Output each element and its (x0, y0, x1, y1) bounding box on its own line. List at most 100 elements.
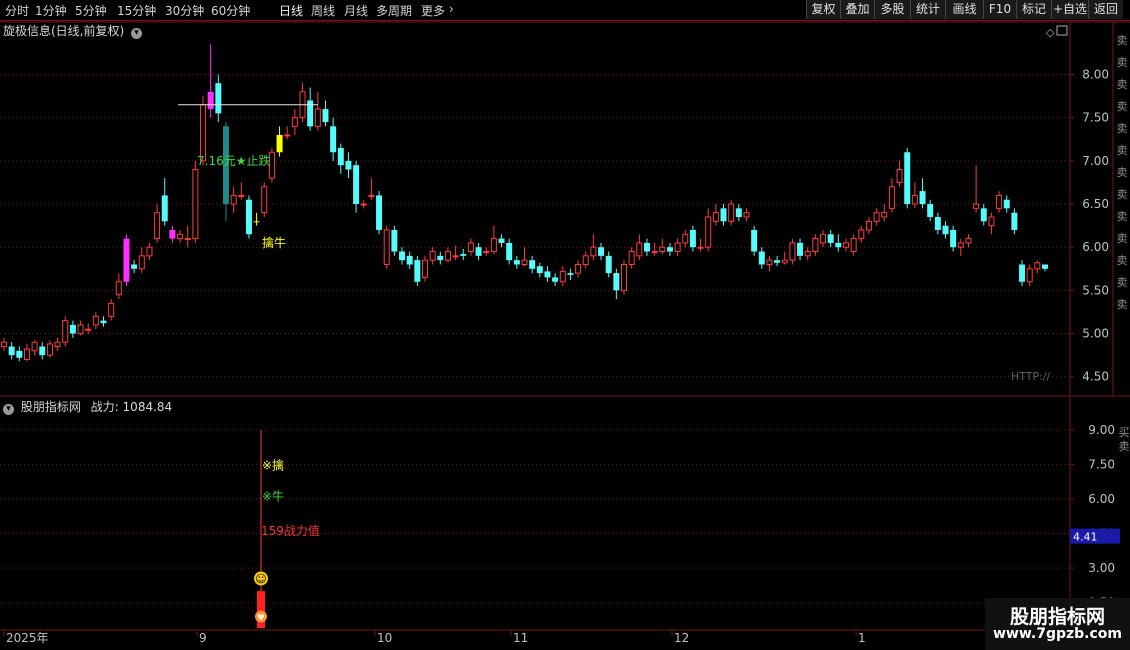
period-tab-8[interactable]: 月线 (344, 2, 368, 19)
toolbar-action-1[interactable]: 叠加 (840, 0, 874, 19)
candle-body (1026, 268, 1033, 283)
candle-body (39, 346, 46, 356)
candle-body (77, 324, 84, 335)
candle-body (804, 251, 811, 257)
period-tab-9[interactable]: 多周期 (376, 2, 412, 19)
logo-line-1: 股朋指标网 (1009, 606, 1105, 628)
candle-body (942, 225, 949, 235)
candle-body (62, 320, 69, 343)
candle-body (360, 203, 367, 206)
candle-body (452, 255, 459, 258)
x-axis-label: 2025年 (6, 631, 49, 645)
candle-body (559, 270, 566, 283)
candle-body (567, 273, 574, 275)
candle-body (621, 263, 628, 291)
candle-body (636, 242, 643, 257)
candle-body (1042, 264, 1048, 269)
metric-value: 1084.84 (122, 400, 173, 414)
candle-body (421, 259, 428, 278)
candle-body (651, 251, 658, 254)
period-tab-2[interactable]: 5分钟 (75, 2, 107, 19)
candle-body (207, 91, 214, 110)
candle-body (544, 271, 551, 278)
candle-body (965, 238, 972, 244)
candle-body (529, 260, 536, 269)
price-tick-label: 7.00 (1082, 154, 1109, 168)
toolbar-action-4[interactable]: 画线 (945, 0, 983, 19)
toolbar-action-6[interactable]: 标记 (1016, 0, 1051, 19)
candle-body (31, 341, 38, 352)
candle-body (705, 216, 712, 248)
price-tick-label: 6.00 (1082, 240, 1109, 254)
candle-body (192, 169, 199, 240)
period-tab-0[interactable]: 分时 (5, 2, 29, 19)
toolbar-action-2[interactable]: 多股 (874, 0, 910, 19)
period-tab-7[interactable]: 周线 (311, 2, 335, 19)
kline-chart: 8.00 7.50 7.00 6.50 6.00 5.50 5.00 4.50 7.16元★止跌… (0, 21, 1130, 645)
candle-body (345, 160, 352, 170)
candle-body (643, 242, 650, 252)
candle-body (92, 315, 99, 326)
candle-body (353, 165, 360, 205)
candle-body (284, 134, 291, 137)
period-tab-10[interactable]: 更多 (421, 2, 445, 19)
candle-body (1, 341, 7, 348)
candle-body (950, 229, 957, 248)
candle-body (881, 212, 888, 218)
candle-body (659, 246, 666, 253)
toolbar-action-5[interactable]: F10 (983, 0, 1016, 19)
main-panel-title: 旋极信息(日线,前复权) ▾ (3, 22, 143, 39)
candle-body (927, 204, 934, 217)
candle-body (613, 273, 620, 291)
right-edge-glyph: 卖 (1117, 144, 1128, 157)
candle-body (666, 247, 673, 252)
candle-body (115, 281, 122, 296)
candle-body (720, 208, 727, 222)
candle-body (911, 194, 918, 205)
candle-body (605, 255, 612, 274)
candle-body (552, 277, 559, 282)
candle-body (131, 264, 138, 269)
candle-body (812, 238, 819, 253)
candle-body (751, 229, 758, 252)
period-tab-3[interactable]: 15分钟 (117, 2, 156, 19)
candle-body (23, 348, 30, 360)
diamond-icon: ◇ (1046, 26, 1055, 39)
candle-body (138, 255, 145, 270)
collapse-icon[interactable]: ▾ (3, 404, 14, 415)
period-tab-4[interactable]: 30分钟 (165, 2, 204, 19)
candle-body (521, 259, 528, 265)
candle-body (842, 242, 849, 248)
period-tab-6[interactable]: 日线 (279, 2, 303, 19)
candle-body (330, 126, 337, 153)
candle-body (429, 251, 436, 261)
period-tab-1[interactable]: 1分钟 (35, 2, 67, 19)
candle-body (108, 302, 115, 317)
x-axis-label: 11 (513, 631, 528, 645)
sub-tick-label: 6.00 (1088, 492, 1115, 506)
toolbar-action-3[interactable]: 统计 (910, 0, 945, 19)
candle-body (835, 242, 842, 248)
candle-body (314, 108, 321, 127)
period-tab-5[interactable]: 60分钟 (211, 2, 250, 19)
toolbar-action-0[interactable]: 复权 (806, 0, 840, 19)
candle-body (368, 194, 375, 197)
toolbar-action-7[interactable]: +自选 (1051, 0, 1088, 19)
candle-body (245, 199, 252, 235)
candle-body (1019, 264, 1026, 282)
metric-label: 战力: (90, 400, 119, 414)
candle-body (582, 255, 589, 265)
right-edge-glyph: 卖 (1117, 254, 1128, 267)
sub-tick-label: 9.00 (1088, 423, 1115, 437)
candle-body (322, 109, 329, 123)
right-edge-glyph: 卖 (1117, 276, 1128, 289)
candle-body (46, 343, 53, 356)
candle-body (743, 212, 750, 218)
candle-body (1011, 212, 1018, 230)
toolbar-action-8[interactable]: 返回 (1088, 0, 1123, 19)
settings-dropdown-icon[interactable]: ▾ (131, 28, 143, 39)
candle-body (376, 195, 383, 230)
price-tick-label: 5.00 (1082, 327, 1109, 341)
candle-body (184, 238, 191, 241)
more-chevron-icon[interactable]: › (449, 2, 454, 16)
